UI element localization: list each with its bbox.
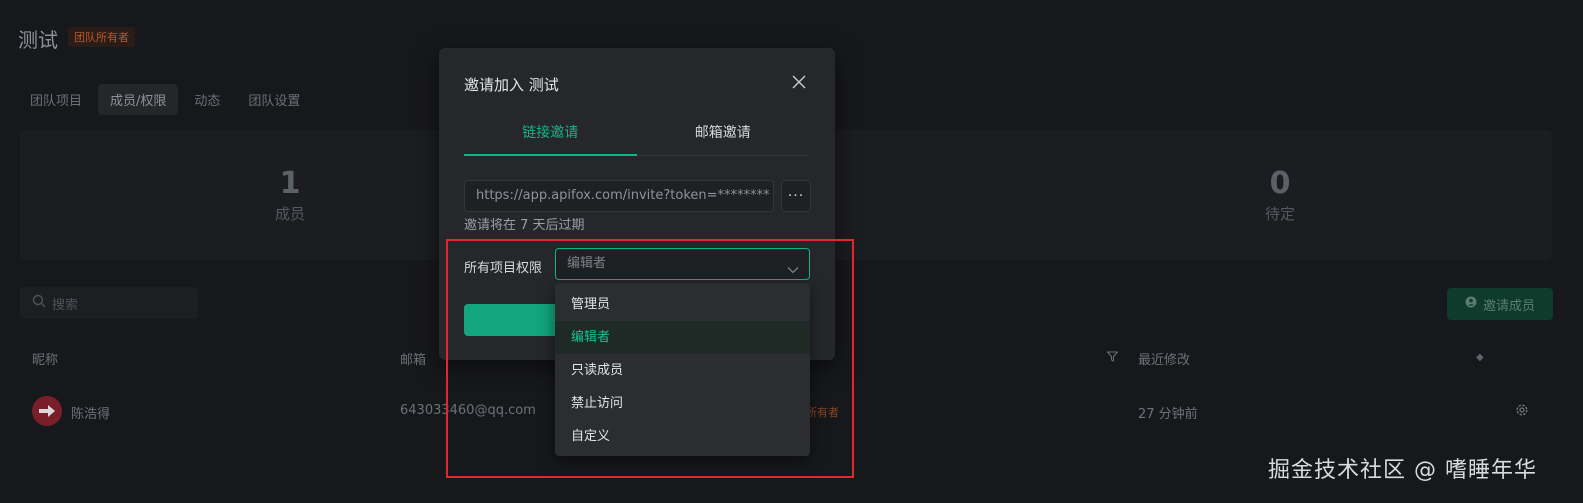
member-last-modified: 27 分钟前 [1138, 407, 1198, 422]
invite-tabs: 链接邀请 邮箱邀请 [464, 118, 809, 156]
stat-pending: 0 待定 [1220, 166, 1340, 224]
invite-link-field[interactable]: https://app.apifox.com/invite?token=****… [464, 180, 774, 212]
stat-pending-value: 0 [1269, 166, 1291, 201]
tab-email-invite[interactable]: 邮箱邀请 [637, 118, 810, 155]
sort-icon[interactable]: ◆ [1476, 352, 1484, 363]
team-tabs: 团队项目 成员/权限 动态 团队设置 [18, 84, 312, 115]
more-options-button[interactable]: ··· [781, 180, 811, 212]
invite-member-button[interactable]: 邀请成员 [1447, 288, 1553, 320]
stat-members: 1 成员 [230, 166, 350, 224]
tab-members[interactable]: 成员/权限 [98, 84, 179, 115]
invite-member-label: 邀请成员 [1482, 298, 1535, 314]
close-icon[interactable] [789, 72, 809, 92]
stat-members-value: 1 [279, 166, 301, 201]
column-nickname: 昵称 [32, 353, 59, 368]
search-input[interactable]: 搜索 [20, 287, 198, 319]
expire-note: 邀请将在 7 天后过期 [464, 218, 585, 233]
avatar [32, 396, 62, 426]
dialog-title: 邀请加入 测试 [464, 76, 559, 94]
stat-members-label: 成员 [274, 205, 305, 223]
member-name: 陈浩得 [71, 407, 111, 422]
tab-team-settings[interactable]: 团队设置 [236, 84, 312, 115]
tab-team-projects[interactable]: 团队项目 [18, 84, 94, 115]
gear-icon[interactable] [1515, 403, 1529, 421]
page-title: 测试 [18, 28, 58, 52]
column-email: 邮箱 [400, 353, 427, 368]
watermark: 掘金技术社区 @ 嗜睡年华 [1268, 458, 1537, 483]
filter-icon[interactable] [1106, 351, 1119, 366]
stat-pending-label: 待定 [1264, 205, 1295, 223]
search-icon [32, 294, 46, 312]
search-placeholder: 搜索 [52, 297, 79, 313]
highlight-annotation-box [446, 239, 854, 478]
owner-badge: 团队所有者 [68, 27, 135, 47]
column-last-modified: 最近修改 [1138, 353, 1191, 368]
tab-link-invite[interactable]: 链接邀请 [464, 118, 637, 156]
tab-activity[interactable]: 动态 [182, 84, 232, 115]
user-icon [1465, 296, 1477, 312]
